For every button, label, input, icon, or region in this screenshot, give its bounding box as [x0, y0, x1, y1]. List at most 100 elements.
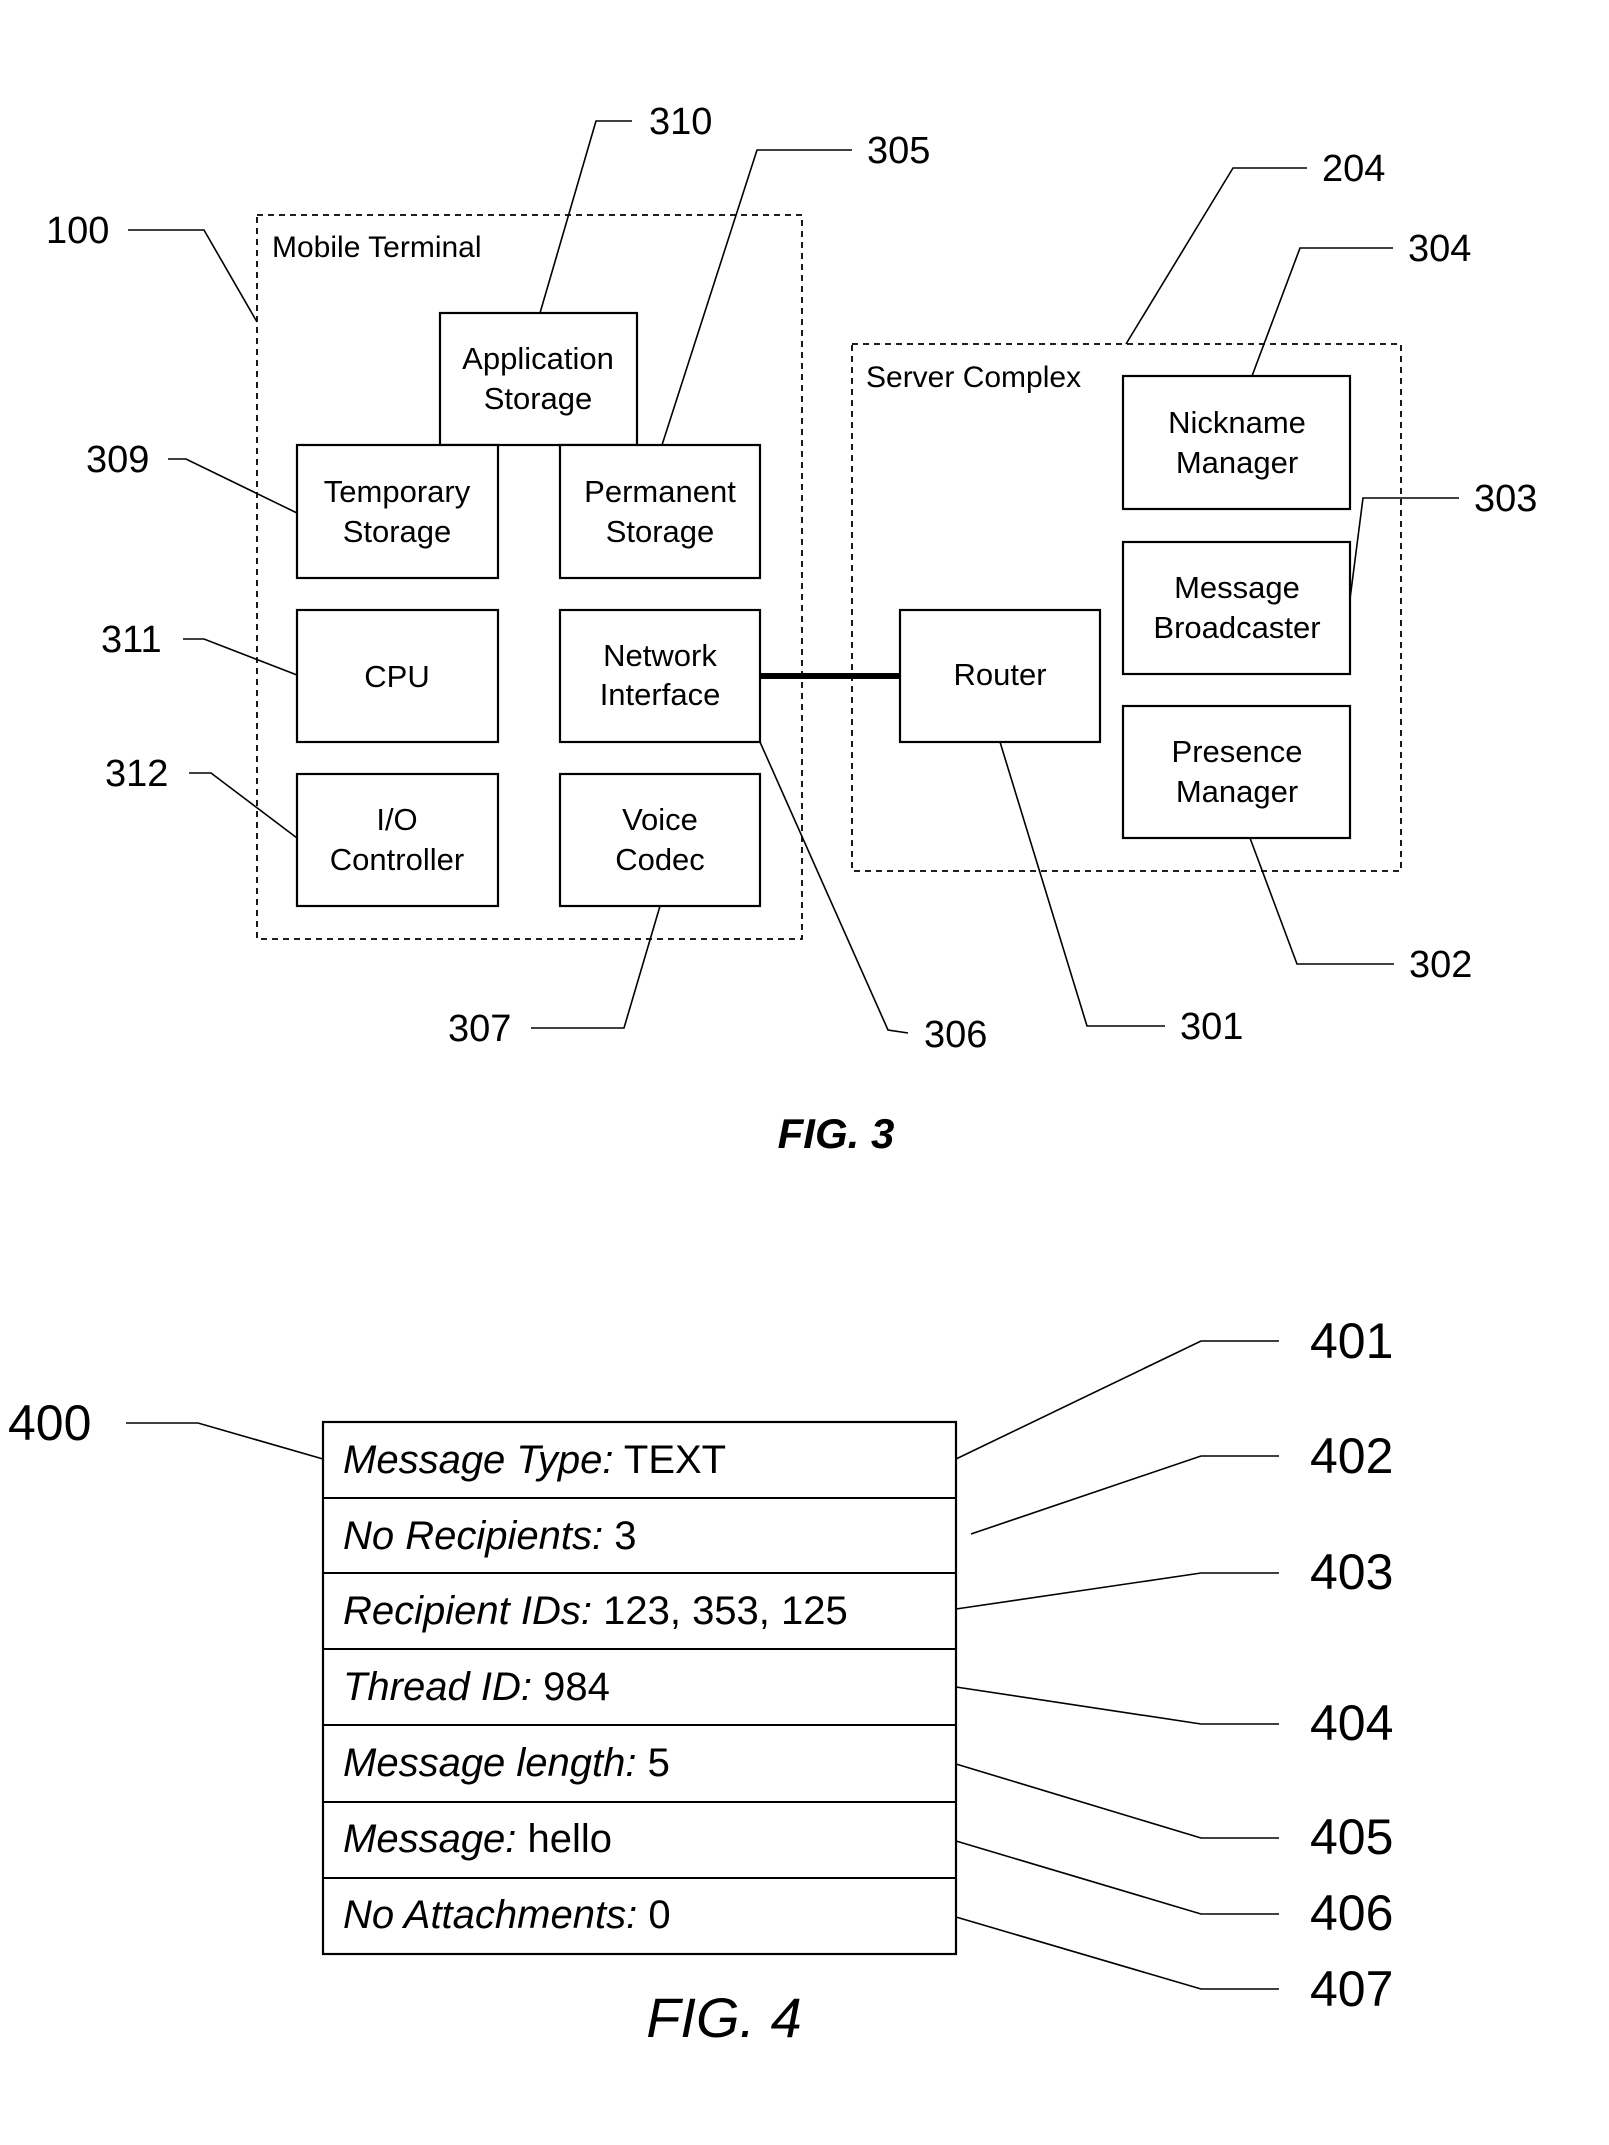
message-broadcaster-block: Message Broadcaster [1121, 540, 1352, 676]
field-value: 3 [603, 1514, 636, 1558]
table-row: Thread ID: 984 [343, 1665, 610, 1709]
block-label: Router [953, 657, 1046, 692]
leader-line-311 [183, 638, 298, 676]
io-controller-block: I/O Controller [295, 772, 500, 908]
block-label: Message [1174, 570, 1300, 605]
block-label: Interface [600, 677, 721, 712]
ref-311: 311 [101, 619, 162, 661]
leader-line-309 [168, 458, 298, 514]
permanent-storage-block: Permanent Storage [558, 443, 762, 580]
leader-line-312 [189, 772, 298, 839]
block-label: Storage [343, 514, 452, 549]
block-label: Temporary [324, 474, 471, 509]
presence-manager-block: Presence Manager [1121, 704, 1352, 840]
ref-301: 301 [1180, 1006, 1243, 1048]
field-name: Message length: [343, 1741, 637, 1785]
ref-307: 307 [448, 1008, 511, 1050]
block-label: Permanent [584, 474, 736, 509]
fig4-caption: FIG. 4 [646, 1986, 802, 2049]
ref-405: 405 [1310, 1809, 1393, 1865]
field-value: 984 [532, 1665, 610, 1709]
server-complex-label: Server Complex [866, 361, 1081, 394]
ref-404: 404 [1310, 1695, 1393, 1751]
block-label: Broadcaster [1153, 610, 1320, 645]
block-label: Controller [330, 842, 464, 877]
table-row: No Recipients: 3 [343, 1514, 636, 1558]
block-label: Application [462, 341, 614, 376]
field-name: No Attachments: [343, 1893, 637, 1937]
leader-line-302 [1249, 837, 1394, 965]
ref-403: 403 [1310, 1544, 1393, 1600]
block-label: I/O [376, 802, 417, 837]
ref-100: 100 [46, 210, 109, 252]
field-name: Recipient IDs: [343, 1589, 592, 1633]
ref-310: 310 [649, 101, 712, 143]
network-interface-block: Network Interface [558, 608, 762, 744]
temporary-storage-block: Temporary Storage [295, 443, 500, 580]
block-label: Codec [615, 842, 705, 877]
leader-line-403 [955, 1572, 1279, 1610]
leader-line-400 [126, 1422, 324, 1460]
ref-406: 406 [1310, 1885, 1393, 1941]
leader-line-303 [1349, 497, 1459, 600]
leader-line-306 [759, 741, 909, 1034]
mobile-terminal-label: Mobile Terminal [272, 231, 482, 264]
patent-figures: Mobile Terminal Server Complex Applicati… [8, 101, 1537, 2049]
leader-line-204 [1125, 167, 1307, 345]
leader-line-305 [661, 149, 852, 446]
ref-305: 305 [867, 130, 930, 172]
table-row: Message length: 5 [343, 1741, 670, 1785]
block-label: Manager [1176, 445, 1298, 480]
block-label: Storage [606, 514, 715, 549]
ref-407: 407 [1310, 1961, 1393, 2017]
ref-309: 309 [86, 439, 149, 481]
field-value: 5 [637, 1741, 670, 1785]
fig3-caption: FIG. 3 [778, 1110, 895, 1157]
ref-304: 304 [1408, 228, 1471, 270]
ref-204: 204 [1322, 148, 1385, 190]
table-row: Message Type: TEXT [343, 1438, 726, 1482]
leader-line-304 [1251, 247, 1393, 377]
ref-303: 303 [1474, 478, 1537, 520]
field-value: 123, 353, 125 [592, 1589, 848, 1633]
table-row: Message: hello [343, 1817, 612, 1861]
cpu-block: CPU [295, 608, 500, 744]
table-row: Recipient IDs: 123, 353, 125 [343, 1589, 848, 1633]
application-storage-block: Application Storage [438, 311, 639, 447]
ref-400: 400 [8, 1395, 91, 1451]
voice-codec-block: Voice Codec [558, 772, 762, 908]
ref-401: 401 [1310, 1313, 1393, 1369]
leader-line-402 [970, 1455, 1279, 1535]
block-label: Voice [622, 802, 698, 837]
field-name: Message Type: [343, 1438, 614, 1482]
field-name: No Recipients: [343, 1514, 603, 1558]
table-row: No Attachments: 0 [343, 1893, 671, 1937]
leader-line-401 [955, 1340, 1279, 1460]
block-label: Storage [484, 381, 593, 416]
ref-306: 306 [924, 1014, 987, 1056]
fig4: Message Type: TEXT No Recipients: 3 Reci… [8, 1313, 1393, 2049]
leader-line-407 [955, 1916, 1279, 1990]
fig3: Mobile Terminal Server Complex Applicati… [46, 101, 1537, 1157]
ref-312: 312 [105, 753, 168, 795]
block-label: Presence [1172, 734, 1303, 769]
ref-302: 302 [1409, 944, 1472, 986]
router-block: Router [898, 608, 1102, 744]
field-value: hello [528, 1817, 613, 1861]
block-label: CPU [364, 659, 429, 694]
leader-line-406 [955, 1840, 1279, 1915]
leader-line-310 [539, 120, 632, 314]
leader-line-405 [955, 1763, 1279, 1839]
field-name: Thread ID: [343, 1665, 532, 1709]
block-label: Nickname [1168, 405, 1306, 440]
block-label: Manager [1176, 774, 1298, 809]
field-value: 0 [637, 1893, 670, 1937]
nickname-manager-block: Nickname Manager [1121, 374, 1352, 511]
field-name: Message: [343, 1817, 528, 1861]
block-label: Network [603, 638, 717, 673]
leader-line-404 [955, 1686, 1279, 1725]
ref-402: 402 [1310, 1428, 1393, 1484]
leader-line-100 [128, 229, 258, 323]
field-value: TEXT [614, 1438, 727, 1482]
leader-line-307 [531, 905, 661, 1029]
